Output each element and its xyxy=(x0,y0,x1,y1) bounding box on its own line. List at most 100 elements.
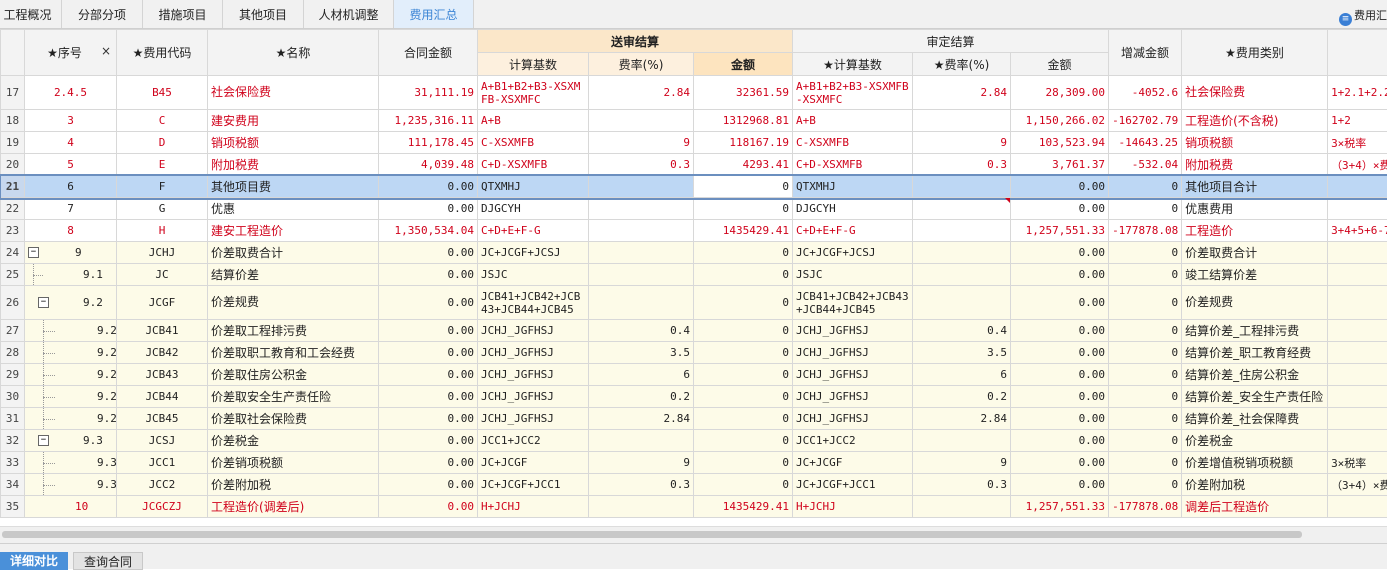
send-amount-cell[interactable]: 0 xyxy=(694,430,793,452)
header-diff-amount[interactable]: 增减金额 xyxy=(1109,30,1182,76)
diff-amount-cell[interactable]: 0 xyxy=(1109,320,1182,342)
send-amount-cell[interactable]: 4293.41 xyxy=(694,154,793,176)
approved-amount-cell[interactable]: 103,523.94 xyxy=(1011,132,1109,154)
approved-base-cell[interactable]: JSJC xyxy=(793,264,913,286)
send-rate-cell[interactable] xyxy=(589,286,694,320)
table-row[interactable]: 24−9JCHJ价差取费合计0.00JC+JCGF+JCSJ0JC+JCGF+J… xyxy=(1,242,1387,264)
send-amount-cell[interactable]: 0 xyxy=(694,452,793,474)
send-base-cell[interactable]: JCHJ_JGFHSJ xyxy=(478,364,589,386)
diff-amount-cell[interactable]: -162702.79 xyxy=(1109,110,1182,132)
name-cell[interactable]: 销项税额 xyxy=(208,132,379,154)
diff-amount-cell[interactable]: 0 xyxy=(1109,430,1182,452)
name-cell[interactable]: 价差销项税额 xyxy=(208,452,379,474)
approved-amount-cell[interactable]: 0.00 xyxy=(1011,452,1109,474)
seq-cell[interactable]: −9.3 xyxy=(25,430,117,452)
send-rate-cell[interactable]: 0.3 xyxy=(589,474,694,496)
diff-amount-cell[interactable]: -4052.6 xyxy=(1109,76,1182,110)
fee-code-cell[interactable]: H xyxy=(117,220,208,242)
fee-code-cell[interactable]: JCHJ xyxy=(117,242,208,264)
fee-category-cell[interactable]: 优惠费用 xyxy=(1182,198,1328,220)
approved-amount-cell[interactable]: 0.00 xyxy=(1011,320,1109,342)
send-amount-cell[interactable]: 0 xyxy=(694,386,793,408)
seq-cell[interactable]: 9.2.4 xyxy=(25,386,117,408)
send-rate-cell[interactable] xyxy=(589,198,694,220)
diff-amount-cell[interactable]: 0 xyxy=(1109,452,1182,474)
diff-amount-cell[interactable]: 0 xyxy=(1109,198,1182,220)
approved-base-cell[interactable]: JC+JCGF xyxy=(793,452,913,474)
fee-category-cell[interactable]: 附加税费 xyxy=(1182,154,1328,176)
tab-detail-compare[interactable]: 详细对比 xyxy=(0,552,68,570)
table-row[interactable]: 259.1JC结算价差0.00JSJC0JSJC0.000竣工结算价差 xyxy=(1,264,1387,286)
name-cell[interactable]: 附加税费 xyxy=(208,154,379,176)
name-cell[interactable]: 结算价差 xyxy=(208,264,379,286)
approved-amount-cell[interactable]: 0.00 xyxy=(1011,264,1109,286)
send-base-cell[interactable]: C+D+E+F-G xyxy=(478,220,589,242)
send-base-cell[interactable]: A+B xyxy=(478,110,589,132)
contract-amount-cell[interactable]: 0.00 xyxy=(379,176,478,198)
contract-amount-cell[interactable]: 0.00 xyxy=(379,242,478,264)
send-amount-cell[interactable]: 1435429.41 xyxy=(694,496,793,518)
horizontal-scrollbar[interactable] xyxy=(0,526,1387,543)
header-fee-category[interactable]: ★费用类别 xyxy=(1182,30,1328,76)
approved-amount-cell[interactable]: 0.00 xyxy=(1011,408,1109,430)
diff-amount-cell[interactable]: 0 xyxy=(1109,386,1182,408)
table-row[interactable]: 227G优惠0.00DJGCYH0DJGCYH0.000优惠费用 xyxy=(1,198,1387,220)
send-base-cell[interactable]: JC+JCGF xyxy=(478,452,589,474)
fee-category-cell[interactable]: 结算价差_住房公积金 xyxy=(1182,364,1328,386)
diff-amount-cell[interactable]: 0 xyxy=(1109,176,1182,198)
approved-amount-cell[interactable]: 0.00 xyxy=(1011,364,1109,386)
contract-amount-cell[interactable]: 1,235,316.11 xyxy=(379,110,478,132)
header-approved-rate[interactable]: ★费率(%) xyxy=(913,53,1011,76)
fee-category-cell[interactable]: 其他项目合计 xyxy=(1182,176,1328,198)
send-amount-cell[interactable]: 0 xyxy=(694,176,793,198)
name-cell[interactable]: 社会保险费 xyxy=(208,76,379,110)
seq-cell[interactable]: −9 xyxy=(25,242,117,264)
approved-rate-cell[interactable] xyxy=(913,220,1011,242)
send-base-cell[interactable]: A+B1+B2+B3-XSXMFB-XSXMFC xyxy=(478,76,589,110)
seq-cell[interactable]: 7 xyxy=(25,198,117,220)
tab-project-overview[interactable]: 工程概况 xyxy=(0,0,62,28)
contract-amount-cell[interactable]: 0.00 xyxy=(379,320,478,342)
header-approved-amount[interactable]: 金额 xyxy=(1011,53,1109,76)
approved-base-cell[interactable]: JC+JCGF+JCSJ xyxy=(793,242,913,264)
tab-labor-material-adjust[interactable]: 人材机调整 xyxy=(304,0,394,28)
send-rate-cell[interactable]: 9 xyxy=(589,132,694,154)
approved-amount-cell[interactable]: 0.00 xyxy=(1011,198,1109,220)
diff-amount-cell[interactable]: -177878.08 xyxy=(1109,220,1182,242)
name-cell[interactable]: 建安费用 xyxy=(208,110,379,132)
approved-rate-cell[interactable] xyxy=(913,264,1011,286)
fee-summary-button[interactable]: ≡费用汇 xyxy=(1339,7,1387,23)
seq-cell[interactable]: 3 xyxy=(25,110,117,132)
send-rate-cell[interactable] xyxy=(589,242,694,264)
send-rate-cell[interactable]: 2.84 xyxy=(589,408,694,430)
fee-category-cell[interactable]: 结算价差_社会保障费 xyxy=(1182,408,1328,430)
contract-amount-cell[interactable]: 0.00 xyxy=(379,452,478,474)
send-amount-cell[interactable]: 0 xyxy=(694,408,793,430)
table-row[interactable]: 183C建安费用1,235,316.11A+B1312968.81A+B1,15… xyxy=(1,110,1387,132)
table-row[interactable]: 3510JCGCZJ工程造价(调差后)0.00H+JCHJ1435429.41H… xyxy=(1,496,1387,518)
approved-amount-cell[interactable]: 1,257,551.33 xyxy=(1011,220,1109,242)
fee-code-cell[interactable]: JC xyxy=(117,264,208,286)
send-rate-cell[interactable] xyxy=(589,264,694,286)
seq-cell[interactable]: 5 xyxy=(25,154,117,176)
table-row[interactable]: 349.3.2JCC2价差附加税0.00JC+JCGF+JCC10.30JC+J… xyxy=(1,474,1387,496)
contract-amount-cell[interactable]: 0.00 xyxy=(379,430,478,452)
diff-amount-cell[interactable]: 0 xyxy=(1109,264,1182,286)
name-cell[interactable]: 价差规费 xyxy=(208,286,379,320)
approved-amount-cell[interactable]: 0.00 xyxy=(1011,242,1109,264)
approved-amount-cell[interactable]: 3,761.37 xyxy=(1011,154,1109,176)
fee-category-cell[interactable]: 竣工结算价差 xyxy=(1182,264,1328,286)
send-amount-cell[interactable]: 0 xyxy=(694,320,793,342)
fee-code-cell[interactable]: JCGF xyxy=(117,286,208,320)
name-cell[interactable]: 价差取职工教育和工会经费 xyxy=(208,342,379,364)
table-row[interactable]: 26−9.2JCGF价差规费0.00JCB41+JCB42+JCB43+JCB4… xyxy=(1,286,1387,320)
seq-cell[interactable]: 4 xyxy=(25,132,117,154)
send-base-cell[interactable]: QTXMHJ xyxy=(478,176,589,198)
send-rate-cell[interactable] xyxy=(589,430,694,452)
header-send-base[interactable]: 计算基数 xyxy=(478,53,589,76)
name-cell[interactable]: 建安工程造价 xyxy=(208,220,379,242)
fee-category-cell[interactable]: 社会保险费 xyxy=(1182,76,1328,110)
send-rate-cell[interactable] xyxy=(589,176,694,198)
approved-base-cell[interactable]: C+D+E+F-G xyxy=(793,220,913,242)
tab-other-items[interactable]: 其他项目 xyxy=(223,0,304,28)
